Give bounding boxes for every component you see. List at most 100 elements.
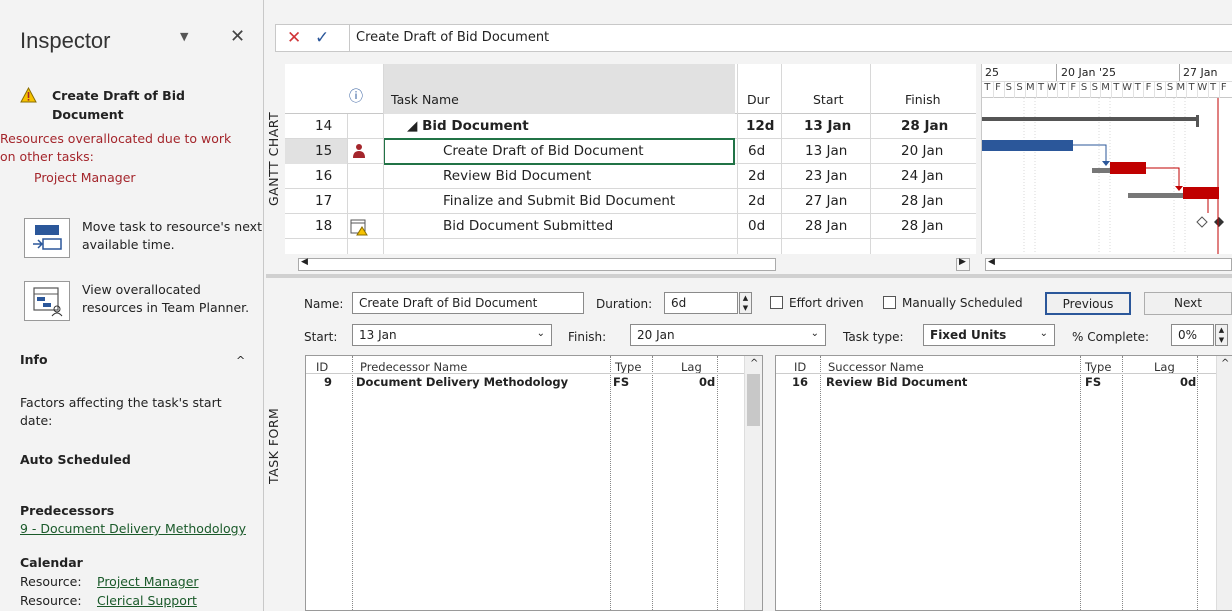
predecessor-grid[interactable]: ID Predecessor Name Type Lag 9 Document …: [305, 355, 763, 611]
successor-grid[interactable]: ID Successor Name Type Lag 16 Review Bid…: [775, 355, 1232, 611]
start-label: Start:: [304, 330, 338, 344]
move-task-label: Move task to resource's next available t…: [82, 219, 262, 252]
inspector-title: Inspector: [20, 28, 111, 53]
timescale-day: S: [1005, 82, 1012, 93]
timescale-day: T: [1209, 82, 1217, 93]
task-name: ◢ Bid Document: [407, 118, 529, 134]
timescale: 25 20 Jan '25 27 Jan TFSSMTWTFSSMTWTFSSM…: [982, 64, 1232, 98]
timescale-day: S: [1016, 82, 1023, 93]
confirm-entry-icon[interactable]: ✓: [315, 28, 329, 48]
task-name: Review Bid Document: [443, 168, 592, 184]
timescale-day: F: [1145, 82, 1152, 93]
predecessor-scrollbar[interactable]: ^: [744, 356, 762, 610]
effort-driven-checkbox[interactable]: [770, 296, 783, 309]
task-name-input[interactable]: Create Draft of Bid Document: [352, 292, 584, 314]
duration-label: Duration:: [596, 297, 653, 311]
resource-link-clerical-support[interactable]: Clerical Support: [97, 592, 197, 610]
summary-bar: [982, 117, 1198, 121]
name-label: Name:: [304, 297, 344, 311]
factors-text: Factors affecting the task's start date:: [20, 395, 222, 428]
team-planner-label: View overallocated resources in Team Pla…: [82, 282, 250, 315]
timescale-day: W: [1197, 82, 1208, 93]
start-column-header[interactable]: Start: [813, 92, 844, 107]
resource-label: Resource:: [20, 574, 82, 589]
task-bar-finalize: [1183, 187, 1219, 199]
manually-scheduled-checkbox[interactable]: [883, 296, 896, 309]
warning-resource: Project Manager: [34, 170, 136, 185]
warning-icon: [20, 87, 37, 103]
complete-label: % Complete:: [1072, 330, 1150, 344]
predecessor-link[interactable]: 9 - Document Delivery Methodology: [20, 520, 246, 538]
chevron-down-icon[interactable]: ⌄: [1040, 328, 1048, 339]
resource-link-project-manager[interactable]: Project Manager: [97, 573, 199, 591]
gantt-bar-chart[interactable]: 25 20 Jan '25 27 Jan TFSSMTWTFSSMTWTFSSM…: [981, 64, 1232, 254]
task-form-view-label[interactable]: TASK FORM: [266, 280, 284, 611]
task-name-column-header[interactable]: Task Name: [383, 64, 735, 114]
task-row-selected[interactable]: 15 Create Draft of Bid Document 6d 13 Ja…: [285, 138, 976, 165]
timescale-day: W: [1122, 82, 1132, 93]
percent-complete-input[interactable]: 0%: [1171, 324, 1214, 346]
view-team-planner-action[interactable]: View overallocated resources in Team Pla…: [24, 281, 254, 321]
auto-scheduled-label: Auto Scheduled: [20, 452, 131, 467]
finish-date-select[interactable]: 20 Jan ⌄: [630, 324, 826, 346]
task-bar-review: [1110, 162, 1146, 174]
finish-label: Finish:: [568, 330, 607, 344]
complete-spinner[interactable]: ▲ ▼: [1215, 324, 1228, 346]
effort-driven-label: Effort driven: [789, 296, 864, 310]
team-planner-icon: [24, 281, 70, 321]
task-type-select[interactable]: Fixed Units ⌄: [923, 324, 1055, 346]
calendar-warning-icon[interactable]: [350, 218, 368, 236]
chevron-down-icon[interactable]: ▼: [180, 30, 188, 43]
task-name: Create Draft of Bid Document: [443, 143, 644, 159]
timescale-day: T: [1037, 82, 1045, 93]
chevron-up-icon[interactable]: ^: [236, 354, 245, 367]
duration-spinner[interactable]: ▲ ▼: [739, 292, 752, 314]
info-header[interactable]: Info: [20, 352, 48, 367]
chart-horizontal-scrollbar[interactable]: ◀: [985, 257, 1232, 271]
task-row[interactable]: 18 Bid Document Submitted 0d 28 Jan 28 J…: [285, 214, 976, 239]
successor-scrollbar[interactable]: ^: [1216, 356, 1232, 610]
info-column-icon[interactable]: ⓘ: [349, 86, 363, 106]
task-name: Bid Document Submitted: [443, 218, 614, 234]
resource-label: Resource:: [20, 593, 82, 608]
timescale-day: T: [1188, 82, 1195, 93]
table-horizontal-scrollbar[interactable]: ◀: [298, 257, 776, 271]
gantt-chart-view-label[interactable]: GANTT CHART: [266, 64, 284, 254]
milestone-marker: [1214, 217, 1224, 227]
table-scroll-right[interactable]: ▶: [956, 257, 970, 271]
timescale-day: M: [1176, 82, 1186, 93]
task-row[interactable]: 16 Review Bid Document 2d 23 Jan 24 Jan: [285, 164, 976, 189]
timescale-day: M: [1025, 82, 1035, 93]
timescale-day: T: [1113, 82, 1120, 93]
predecessors-header: Predecessors: [20, 503, 115, 518]
timescale-day: F: [1220, 82, 1227, 93]
milestone-baseline: [1196, 216, 1208, 228]
timescale-day: M: [1101, 82, 1110, 93]
previous-button[interactable]: Previous: [1045, 292, 1131, 315]
timescale-day: F: [995, 82, 1001, 93]
start-date-select[interactable]: 13 Jan ⌄: [352, 324, 552, 346]
cancel-entry-icon[interactable]: ✕: [287, 28, 301, 48]
task-row[interactable]: 14 ◢ Bid Document 12d 13 Jan 28 Jan: [285, 114, 976, 139]
task-name: Finalize and Submit Bid Document: [443, 193, 676, 209]
split-bar[interactable]: [266, 274, 1232, 278]
manually-scheduled-label: Manually Scheduled: [902, 296, 1023, 310]
entry-field[interactable]: Create Draft of Bid Document: [349, 25, 1232, 51]
next-button[interactable]: Next: [1144, 292, 1232, 315]
dur-column-header[interactable]: Dur: [747, 92, 770, 107]
gantt-bars[interactable]: [982, 98, 1232, 254]
move-task-action[interactable]: Move task to resource's next available t…: [24, 218, 262, 258]
timescale-day: S: [1156, 82, 1163, 93]
duration-input[interactable]: 6d: [664, 292, 738, 314]
timescale-day: W: [1046, 82, 1057, 93]
task-bar-create-draft: [982, 140, 1073, 151]
timescale-day: S: [1166, 82, 1174, 93]
chevron-down-icon[interactable]: ⌄: [811, 328, 819, 339]
task-row[interactable]: 17 Finalize and Submit Bid Document 2d 2…: [285, 189, 976, 214]
chevron-down-icon[interactable]: ⌄: [537, 328, 545, 339]
close-icon[interactable]: ✕: [230, 26, 245, 47]
calendar-header: Calendar: [20, 555, 83, 570]
finish-column-header[interactable]: Finish: [905, 92, 941, 107]
overallocated-resource-icon[interactable]: [352, 143, 366, 159]
move-task-icon: [24, 218, 70, 258]
